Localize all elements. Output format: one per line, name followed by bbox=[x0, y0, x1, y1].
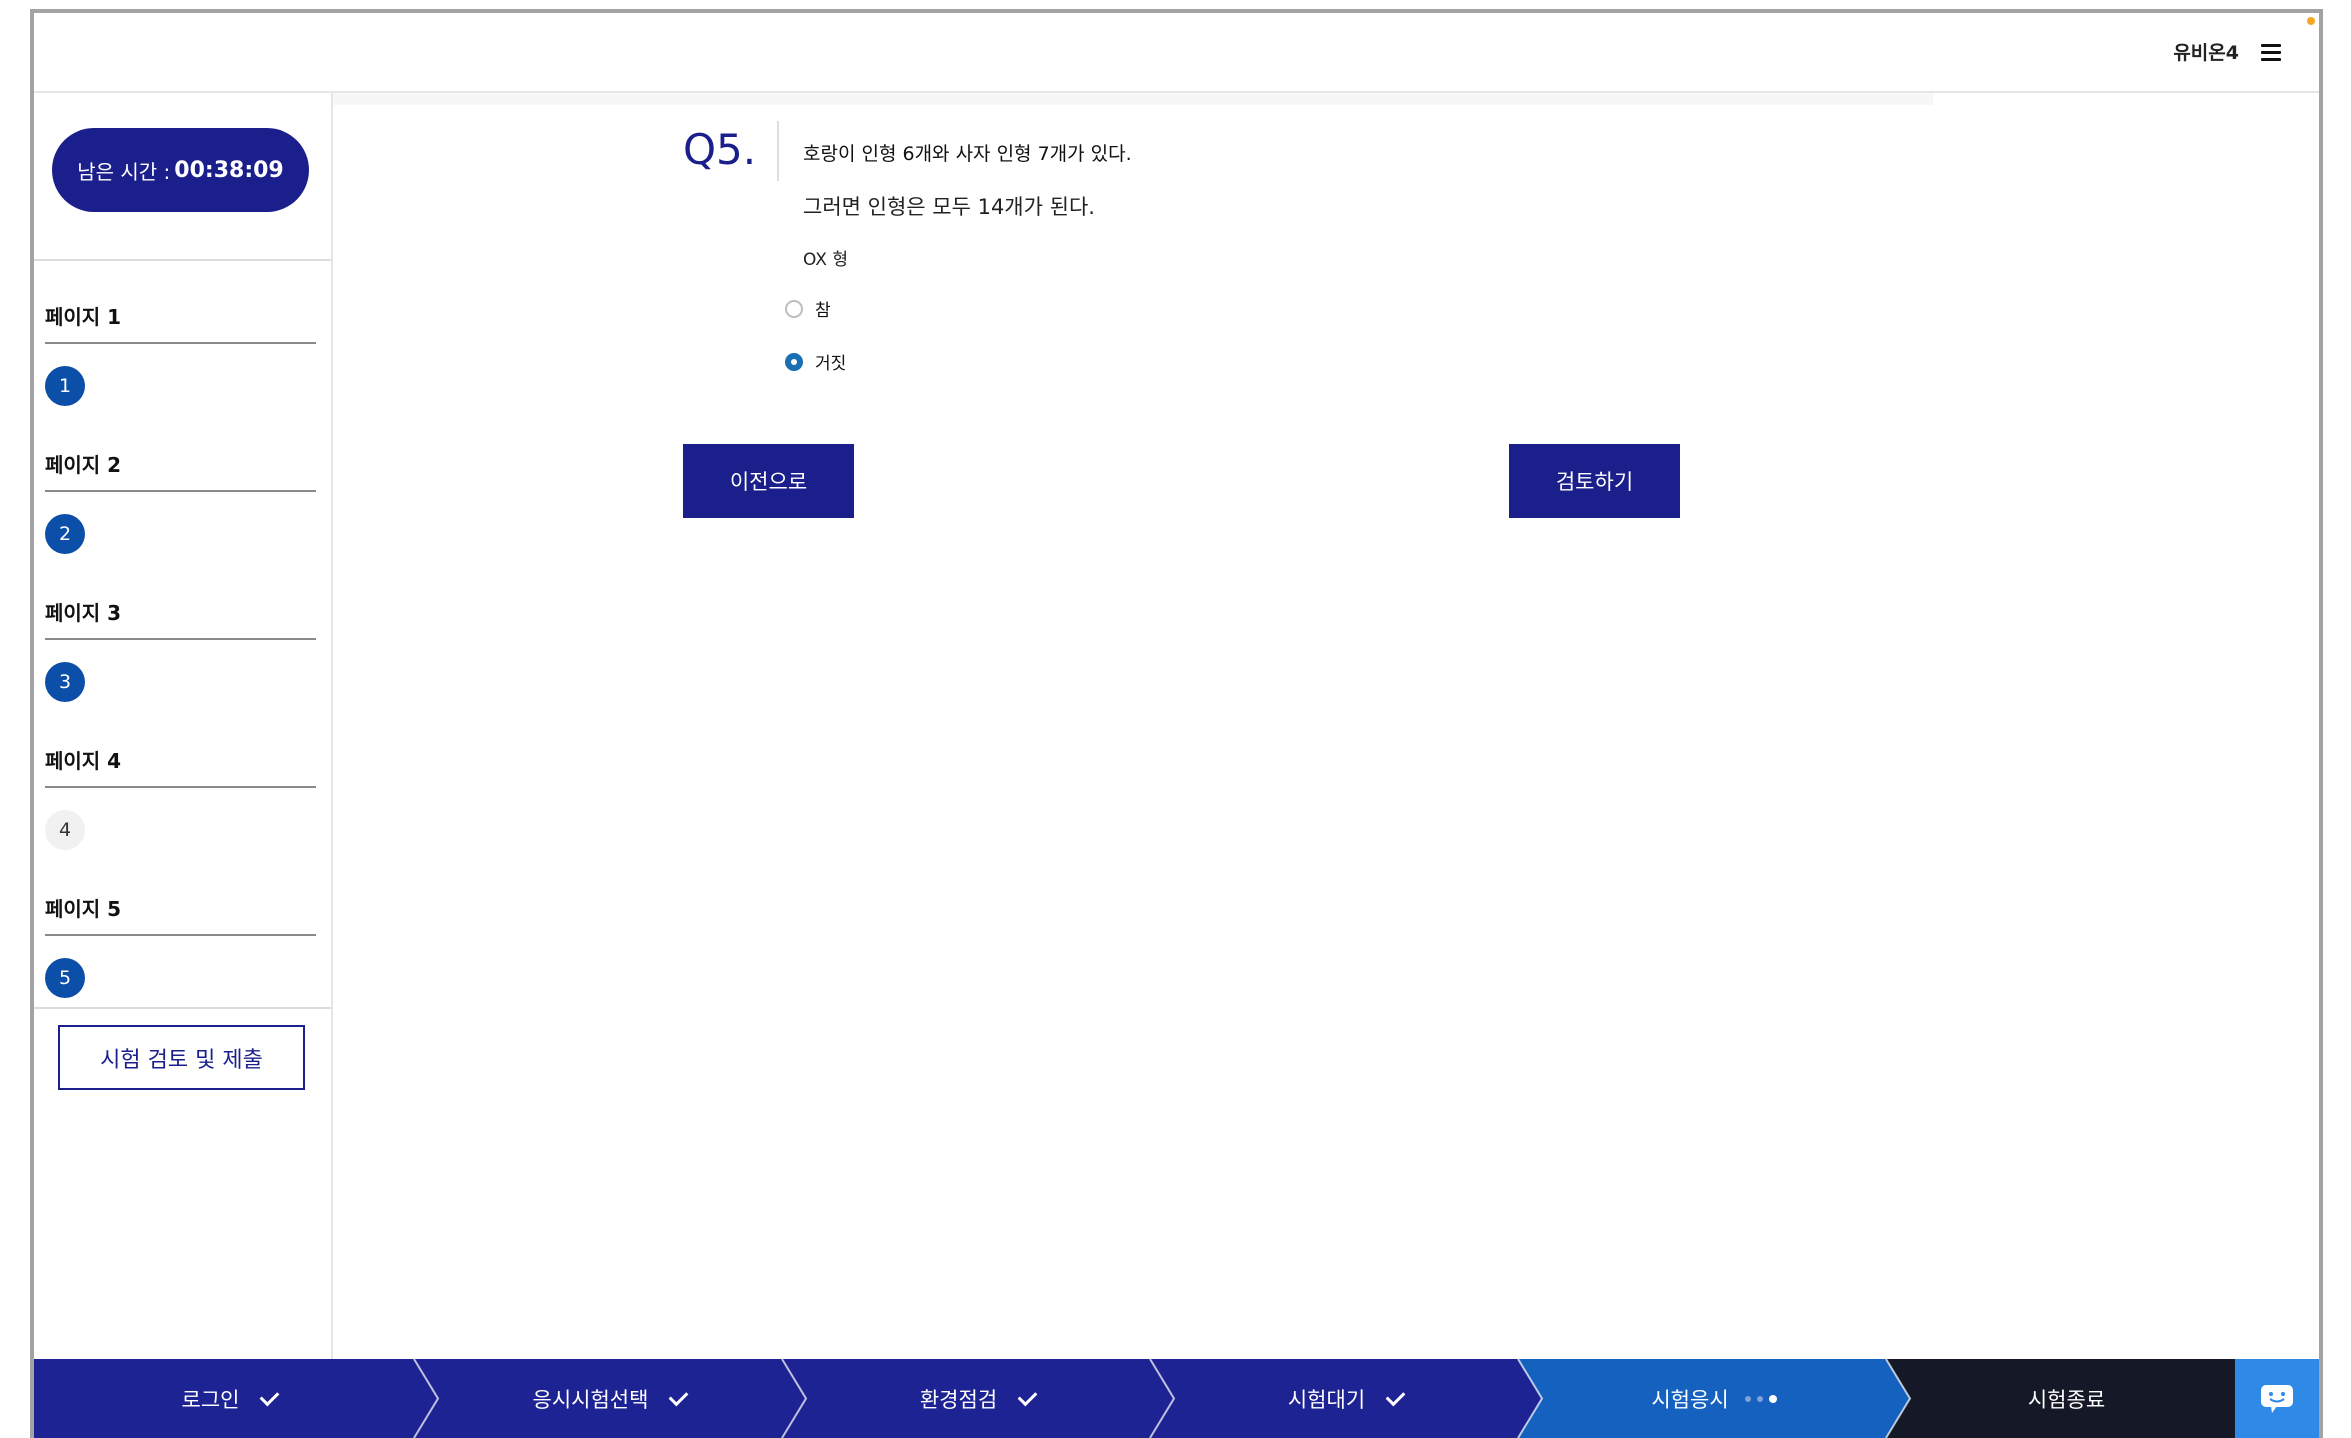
timer-value: 00:38:09 bbox=[174, 157, 284, 183]
step-exam-waiting: 시험대기 bbox=[1162, 1359, 1530, 1438]
question-separator bbox=[777, 121, 779, 181]
question-number-1[interactable]: 1 bbox=[45, 366, 85, 406]
chat-button[interactable] bbox=[2235, 1359, 2319, 1438]
question-area: Q5. 호랑이 인형 6개와 사자 인형 7개가 있다. 그러면 인형은 모두 … bbox=[333, 93, 2319, 1363]
review-button[interactable]: 검토하기 bbox=[1509, 444, 1680, 518]
step-select-exam: 응시시험선택 bbox=[426, 1359, 794, 1438]
exam-progress-bar: 로그인 응시시험선택 환경점검 시험대기 시험응시 시험종료 bbox=[34, 1359, 2319, 1438]
step-label: 응시시험선택 bbox=[532, 1387, 649, 1412]
step-exam-end: 시험종료 bbox=[1898, 1359, 2235, 1438]
top-bar: 유비온4 bbox=[34, 13, 2319, 93]
check-icon bbox=[1385, 1386, 1406, 1407]
step-environment-check: 환경점검 bbox=[794, 1359, 1162, 1438]
page-heading-3: 페이지 3 bbox=[45, 597, 316, 640]
sidebar-divider bbox=[34, 259, 331, 261]
question-number-2[interactable]: 2 bbox=[45, 514, 85, 554]
question-number-4[interactable]: 4 bbox=[45, 810, 85, 850]
step-label: 로그인 bbox=[181, 1387, 240, 1412]
page-heading-1: 페이지 1 bbox=[45, 301, 316, 344]
step-taking-exam: 시험응시 bbox=[1530, 1359, 1898, 1438]
step-label: 시험대기 bbox=[1287, 1387, 1366, 1412]
step-label: 시험응시 bbox=[1651, 1387, 1729, 1412]
check-icon bbox=[1017, 1386, 1038, 1407]
option-label: 참 bbox=[815, 301, 831, 321]
remaining-time-badge: 남은 시간 : 00:38:09 bbox=[52, 128, 309, 212]
step-label: 시험종료 bbox=[2027, 1387, 2106, 1412]
page-heading-2: 페이지 2 bbox=[45, 449, 316, 492]
option-false[interactable]: 거짓 bbox=[785, 349, 846, 374]
option-label: 거짓 bbox=[815, 354, 847, 374]
question-type: OX 형 bbox=[803, 250, 848, 270]
question-navigator-sidebar: 남은 시간 : 00:38:09 페이지 1 1 페이지 2 2 페이지 3 3… bbox=[34, 93, 333, 1363]
page-heading-5: 페이지 5 bbox=[45, 893, 316, 936]
question-text-line-2: 그러면 인형은 모두 14개가 된다. bbox=[803, 195, 1095, 219]
user-name[interactable]: 유비온4 bbox=[2173, 38, 2239, 65]
question-number-label: Q5. bbox=[683, 125, 757, 174]
step-login: 로그인 bbox=[34, 1359, 426, 1438]
question-number-3[interactable]: 3 bbox=[45, 662, 85, 702]
page-heading-4: 페이지 4 bbox=[45, 745, 316, 788]
radio-unchecked-icon[interactable] bbox=[785, 299, 803, 318]
question-text-line-1: 호랑이 인형 6개와 사자 인형 7개가 있다. bbox=[803, 143, 1132, 165]
review-and-submit-button[interactable]: 시험 검토 및 제출 bbox=[58, 1025, 305, 1090]
timer-label: 남은 시간 : bbox=[77, 159, 171, 184]
sidebar-divider bbox=[34, 1007, 331, 1009]
step-label: 환경점검 bbox=[919, 1387, 998, 1412]
question-number-5[interactable]: 5 bbox=[45, 958, 85, 998]
content-top-band bbox=[333, 93, 1933, 105]
chat-icon bbox=[2261, 1384, 2293, 1413]
check-icon bbox=[669, 1386, 689, 1407]
option-true[interactable]: 참 bbox=[785, 296, 831, 321]
in-progress-dots-icon bbox=[1744, 1394, 1777, 1403]
hamburger-menu-icon[interactable] bbox=[2261, 44, 2281, 61]
notification-dot-icon bbox=[2307, 17, 2315, 25]
previous-button[interactable]: 이전으로 bbox=[683, 444, 854, 518]
app-frame: 유비온4 남은 시간 : 00:38:09 페이지 1 1 페이지 2 2 페이… bbox=[30, 9, 2323, 1438]
radio-checked-icon[interactable] bbox=[785, 352, 803, 371]
check-icon bbox=[260, 1386, 280, 1407]
